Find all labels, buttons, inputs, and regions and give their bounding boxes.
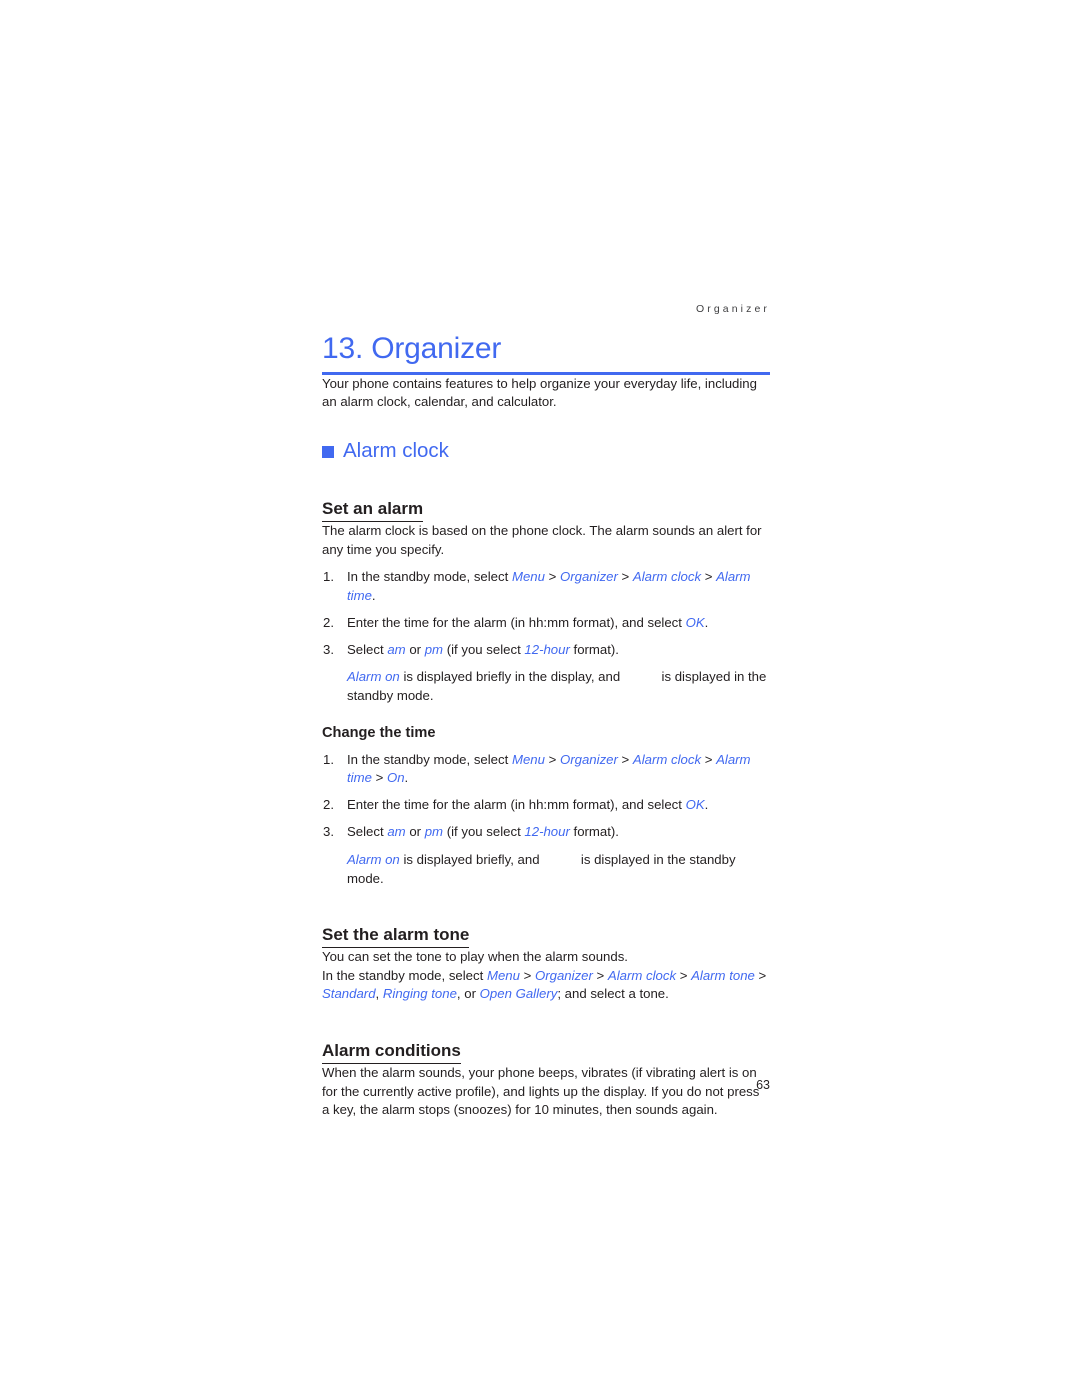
- subsection-heading-set-an-alarm: Set an alarm: [322, 499, 424, 523]
- ui-reference: Alarm on: [347, 851, 400, 867]
- step-number: 1.: [323, 568, 334, 584]
- step-number: 2.: [323, 614, 334, 630]
- ui-reference: Alarm clock: [632, 751, 702, 767]
- page-title: 13. Organizer: [322, 332, 502, 365]
- ui-reference: am: [387, 824, 406, 840]
- subsection-heading-alarm-conditions-wrap: Alarm conditions: [322, 1024, 770, 1064]
- set-an-alarm-intro: The alarm clock is based on the phone cl…: [322, 523, 762, 557]
- square-bullet-icon: [322, 445, 334, 458]
- set-an-alarm-note: Alarm on is displayed briefly in the dis…: [347, 669, 767, 703]
- list-item: 3. Select am or pm (if you select 12-hou…: [322, 641, 770, 660]
- ui-reference: Open Gallery: [479, 986, 558, 1002]
- step-number: 2.: [323, 797, 334, 813]
- document-page: Organizer 13. Organizer Your phone conta…: [0, 0, 1080, 1397]
- ui-reference: Menu: [511, 568, 545, 584]
- step-number: 3.: [323, 641, 334, 657]
- subsection-heading-change-the-time: Change the time: [322, 724, 436, 741]
- step-number: 1.: [323, 751, 334, 767]
- ui-reference: 12-hour: [524, 641, 570, 657]
- ui-reference: Organizer: [559, 751, 618, 767]
- list-item: 3. Select am or pm (if you select 12-hou…: [322, 823, 770, 842]
- step-text: Select am or pm (if you select 12-hour f…: [347, 824, 619, 840]
- ui-reference: OK: [685, 614, 705, 630]
- ui-reference: Alarm clock: [632, 568, 702, 584]
- list-item: 1. In the standby mode, select Menu > Or…: [322, 568, 770, 605]
- subsection-heading-set-the-alarm-tone-wrap: Set the alarm tone: [322, 908, 770, 949]
- section-heading-label: Alarm clock: [343, 438, 449, 462]
- step-text: In the standby mode, select Menu > Organ…: [347, 568, 751, 603]
- section-heading-alarm-clock: Alarm clock: [322, 438, 770, 463]
- step-text: Enter the time for the alarm (in hh:mm f…: [347, 614, 709, 630]
- set-the-alarm-tone-intro: You can set the tone to play when the al…: [322, 949, 628, 965]
- page-content-column: Organizer 13. Organizer Your phone conta…: [322, 300, 770, 1120]
- ui-reference: Menu: [486, 967, 520, 983]
- list-item: 2. Enter the time for the alarm (in hh:m…: [322, 796, 770, 815]
- list-item: 2. Enter the time for the alarm (in hh:m…: [322, 614, 770, 633]
- step-text: In the standby mode, select Menu > Organ…: [347, 751, 751, 786]
- list-item: 1. In the standby mode, select Menu > Or…: [322, 751, 770, 788]
- set-an-alarm-steps: 1. In the standby mode, select Menu > Or…: [322, 568, 770, 659]
- ui-reference: Organizer: [534, 967, 593, 983]
- ui-reference: Alarm clock: [607, 967, 677, 983]
- subsection-heading-set-an-alarm-wrap: Set an alarm: [322, 482, 770, 523]
- ui-reference: Alarm on: [347, 669, 400, 685]
- ui-reference: Organizer: [559, 568, 618, 584]
- step-text: Select am or pm (if you select 12-hour f…: [347, 641, 619, 657]
- chapter-intro-paragraph: Your phone contains features to help org…: [322, 375, 757, 410]
- running-header: Organizer: [695, 303, 770, 315]
- step-number: 3.: [323, 824, 334, 840]
- change-the-time-steps: 1. In the standby mode, select Menu > Or…: [322, 751, 770, 842]
- subsection-heading-set-the-alarm-tone: Set the alarm tone: [322, 925, 470, 949]
- ui-reference: pm: [424, 824, 444, 840]
- ui-reference: Standard: [322, 986, 376, 1002]
- ui-reference: Alarm tone: [691, 967, 755, 983]
- ui-reference: pm: [424, 641, 444, 657]
- ui-reference: On: [386, 770, 405, 786]
- ui-reference: am: [387, 641, 406, 657]
- ui-reference: OK: [685, 797, 705, 813]
- ui-reference: 12-hour: [524, 824, 570, 840]
- page-number: 63: [756, 1078, 770, 1092]
- set-the-alarm-tone-path: In the standby mode, select Menu > Organ…: [322, 967, 767, 1002]
- subsection-heading-alarm-conditions: Alarm conditions: [322, 1041, 461, 1064]
- change-the-time-note: Alarm on is displayed briefly, and is di…: [347, 851, 736, 886]
- step-text: Enter the time for the alarm (in hh:mm f…: [347, 797, 709, 813]
- ui-reference: Ringing tone: [382, 986, 457, 1002]
- ui-reference: Menu: [511, 751, 545, 767]
